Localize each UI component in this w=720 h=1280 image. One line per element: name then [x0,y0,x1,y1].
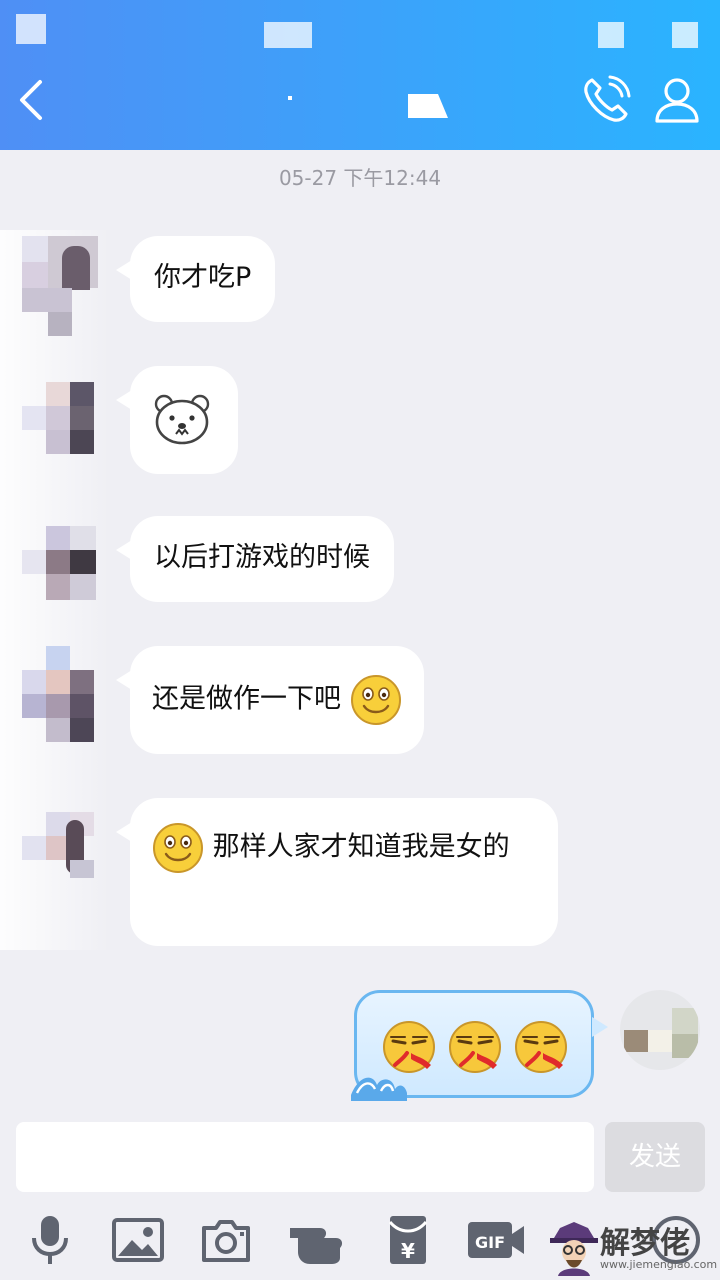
message-text: 以后打游戏的时候 [154,542,370,573]
message-text: 你才吃P [154,262,252,293]
person-icon [655,78,699,123]
avatar-blurred[interactable] [22,812,98,912]
watermark-text: 解梦佬 [600,1226,690,1261]
status-clock-blurred [264,22,312,48]
message-bubble[interactable]: 你才吃P [115,236,276,322]
nosebleed-emoji-icon [449,1021,501,1073]
smile-emoji-icon [350,675,401,725]
battery-icon-blurred [672,22,698,48]
send-button[interactable]: 发送 [605,1122,705,1192]
phone-icon [584,75,631,122]
poke-button[interactable] [286,1212,346,1268]
svg-text:GIF: GIF [475,1233,505,1252]
gif-button[interactable]: GIF [466,1212,526,1268]
watermark-url: www.jiemenglao.com [600,1258,718,1271]
image-button[interactable] [110,1212,166,1268]
message-input[interactable] [16,1122,594,1192]
chevron-left-icon [20,80,42,120]
message-text: 还是做作一下吧 [152,683,341,715]
smile-emoji-icon [153,823,203,873]
red-packet-button[interactable]: ¥ [380,1212,436,1268]
message-timestamp: 05-27 下午12:44 [278,166,442,190]
avatar-blurred[interactable] [22,646,98,746]
message-bubble[interactable]: 以后打游戏的时候 [116,516,394,602]
camera-button[interactable] [198,1212,254,1268]
nosebleed-emoji-icon [515,1021,567,1073]
my-avatar-blurred[interactable] [620,990,700,1070]
red-packet-icon: ¥ [388,1216,428,1264]
camera-icon [202,1220,250,1262]
microphone-icon [32,1216,68,1264]
profile-button[interactable] [652,74,702,126]
back-button[interactable] [12,78,52,122]
message-text: 那样人家才知道我是女的 [212,831,510,863]
avatar-blurred[interactable] [22,382,98,482]
contact-name-blurred [270,88,460,128]
message-bubble[interactable]: 那样人家才知道我是女的 [116,798,558,946]
detective-logo-icon [550,1222,598,1276]
svg-text:¥: ¥ [401,1239,415,1263]
voice-button[interactable] [22,1212,78,1268]
poke-icon [290,1228,343,1264]
my-message-bubble[interactable] [351,990,608,1101]
message-bubble[interactable]: 还是做作一下吧 [116,646,424,754]
status-icon-blurred [16,14,46,44]
watermark: 解梦佬 www.jiemenglao.com [548,1218,720,1280]
gif-icon: GIF [468,1222,524,1258]
phone-call-button[interactable] [580,74,632,126]
sticker-bubble[interactable] [116,366,238,474]
image-icon [112,1218,164,1262]
header-bar [0,0,720,150]
bear-face-icon [154,394,210,445]
status-indicator-blurred [598,22,624,48]
status-bar [0,0,720,52]
avatar-blurred[interactable] [22,526,98,626]
avatar-blurred[interactable] [22,236,98,336]
nosebleed-emoji-icon [383,1021,435,1073]
